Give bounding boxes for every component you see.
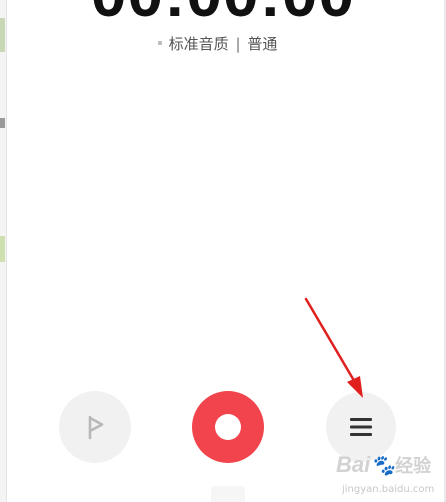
edge-mark: [0, 236, 5, 262]
watermark: Bai🐾经验 jingyan.baidu.com: [336, 452, 446, 502]
watermark-url: jingyan.baidu.com: [342, 484, 435, 495]
bottom-handle: [211, 486, 245, 502]
flag-icon: [88, 415, 104, 440]
quality-label[interactable]: 标准音质 | 普通: [0, 34, 446, 54]
record-icon: [215, 414, 241, 440]
quality-separator: |: [235, 35, 241, 53]
recording-timer: 00:00:00: [0, 0, 446, 26]
menu-icon: [350, 418, 372, 436]
quality-format: 普通: [247, 35, 278, 53]
recorder-screen: 00:00:00 标准音质 | 普通 Bai🐾经验 jingyan.baidu.…: [0, 0, 446, 502]
background-window-edge: [0, 0, 7, 502]
record-button[interactable]: [192, 391, 264, 463]
quality-level: 标准音质: [168, 35, 229, 53]
watermark-brand: Bai🐾经验: [336, 452, 432, 477]
mark-flag-button[interactable]: [59, 391, 131, 463]
edge-mark: [0, 118, 5, 128]
